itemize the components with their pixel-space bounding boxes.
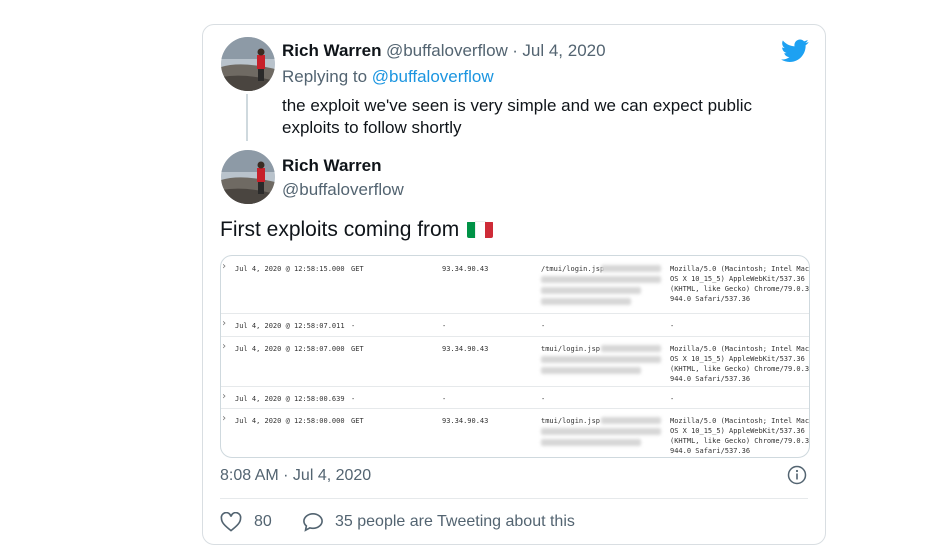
log-path: tmui/login.jsp — [541, 417, 601, 425]
redacted-block — [541, 428, 661, 435]
flag-red — [484, 222, 494, 238]
flag-green — [467, 222, 476, 238]
log-method: GET — [351, 265, 364, 273]
author-handle[interactable]: @buffaloverflow — [282, 180, 404, 200]
avatar[interactable] — [221, 37, 275, 91]
row-expand-arrow[interactable]: › — [221, 414, 227, 424]
like-count[interactable]: 80 — [254, 513, 272, 531]
separator: · — [512, 41, 518, 60]
row-expand-arrow[interactable]: › — [221, 342, 227, 352]
log-time: Jul 4, 2020 @ 12:58:15.000 — [235, 265, 345, 273]
log-screenshot[interactable]: › Jul 4, 2020 @ 12:58:15.000 GET 93.34.90.4… — [220, 255, 810, 458]
replying-to: Replying to @buffaloverflow — [282, 67, 494, 87]
tweet-timestamp[interactable]: 8:08 AM · Jul 4, 2020 — [220, 467, 371, 485]
flag-white — [474, 221, 486, 238]
log-ip: 93.34.90.43 — [442, 345, 489, 353]
tweet-text: First exploits coming from — [220, 218, 494, 242]
log-user-agent: Mozilla/5.0 (Macintosh; Intel Mac OS X 1… — [670, 417, 810, 455]
replying-prefix: Replying to — [282, 67, 368, 86]
author-handle[interactable]: @buffaloverflow — [386, 41, 508, 60]
text-line: the exploit we've seen is very simple an… — [282, 96, 753, 115]
log-user-agent: - — [670, 395, 675, 403]
log-row: › Jul 4, 2020 @ 12:58:00.639- - - - — [221, 386, 809, 409]
log-row: › Jul 4, 2020 @ 12:58:07.011- - - - — [221, 313, 809, 337]
info-icon[interactable] — [787, 465, 807, 485]
thread-connector — [246, 94, 248, 141]
log-row: › Jul 4, 2020 @ 12:58:07.000 GET 93.34.90.4… — [221, 336, 809, 387]
log-time: Jul 4, 2020 @ 12:58:00.639 — [235, 395, 345, 403]
speech-bubble-icon[interactable] — [302, 512, 324, 532]
redacted-block — [541, 356, 661, 363]
italy-flag-icon — [467, 221, 494, 238]
log-ip: - — [442, 322, 447, 330]
tweet-date[interactable]: Jul 4, 2020 — [522, 41, 605, 60]
log-method: GET — [351, 345, 364, 353]
author-name[interactable]: Rich Warren — [282, 41, 382, 60]
author-name[interactable]: Rich Warren — [282, 156, 382, 176]
log-user-agent: Mozilla/5.0 (Macintosh; Intel Mac OS X 1… — [670, 345, 810, 383]
log-user-agent: - — [670, 322, 675, 330]
log-path: /tmui/login.jsp — [541, 265, 605, 273]
redacted-block — [601, 345, 661, 352]
log-time: Jul 4, 2020 @ 12:58:07.011 — [235, 322, 345, 330]
text-line: exploits to follow shortly — [282, 118, 462, 137]
log-user-agent: Mozilla/5.0 (Macintosh; Intel Mac OS X 1… — [670, 265, 810, 303]
tweet-text-content: First exploits coming from — [220, 218, 460, 241]
avatar[interactable] — [221, 150, 275, 204]
parent-tweet-header: Rich Warren @buffaloverflow · Jul 4, 202… — [282, 41, 606, 61]
tweeting-about-link[interactable]: 35 people are Tweeting about this — [335, 513, 575, 531]
row-expand-arrow[interactable]: › — [221, 319, 227, 329]
redacted-block — [601, 417, 661, 424]
parent-tweet-text: the exploit we've seen is very simple an… — [282, 95, 752, 139]
log-ip: - — [442, 395, 447, 403]
log-path: - — [541, 395, 546, 403]
replying-handle-link[interactable]: @buffaloverflow — [372, 67, 494, 86]
redacted-block — [541, 287, 641, 294]
redacted-block — [541, 439, 641, 446]
log-time: Jul 4, 2020 @ 12:58:07.000 — [235, 345, 345, 353]
log-time: Jul 4, 2020 @ 12:58:00.000 — [235, 417, 345, 425]
log-ip: 93.34.90.43 — [442, 417, 489, 425]
log-ip: 93.34.90.43 — [442, 265, 489, 273]
log-row: › Jul 4, 2020 @ 12:58:15.000 GET 93.34.90.4… — [221, 256, 809, 314]
redacted-block — [601, 265, 661, 272]
log-method: GET — [351, 417, 364, 425]
redacted-block — [541, 276, 661, 283]
redacted-block — [541, 298, 631, 305]
log-path: tmui/login.jsp — [541, 345, 601, 353]
row-expand-arrow[interactable]: › — [221, 262, 227, 272]
log-method: - — [351, 395, 356, 403]
twitter-bird-icon[interactable] — [781, 39, 809, 63]
log-row: › Jul 4, 2020 @ 12:58:00.000 GET 93.34.90.4… — [221, 408, 809, 457]
heart-icon[interactable] — [220, 511, 242, 532]
redacted-block — [541, 367, 641, 374]
divider — [220, 498, 808, 499]
log-method: - — [351, 322, 356, 330]
row-expand-arrow[interactable]: › — [221, 392, 227, 402]
log-path: - — [541, 322, 546, 330]
